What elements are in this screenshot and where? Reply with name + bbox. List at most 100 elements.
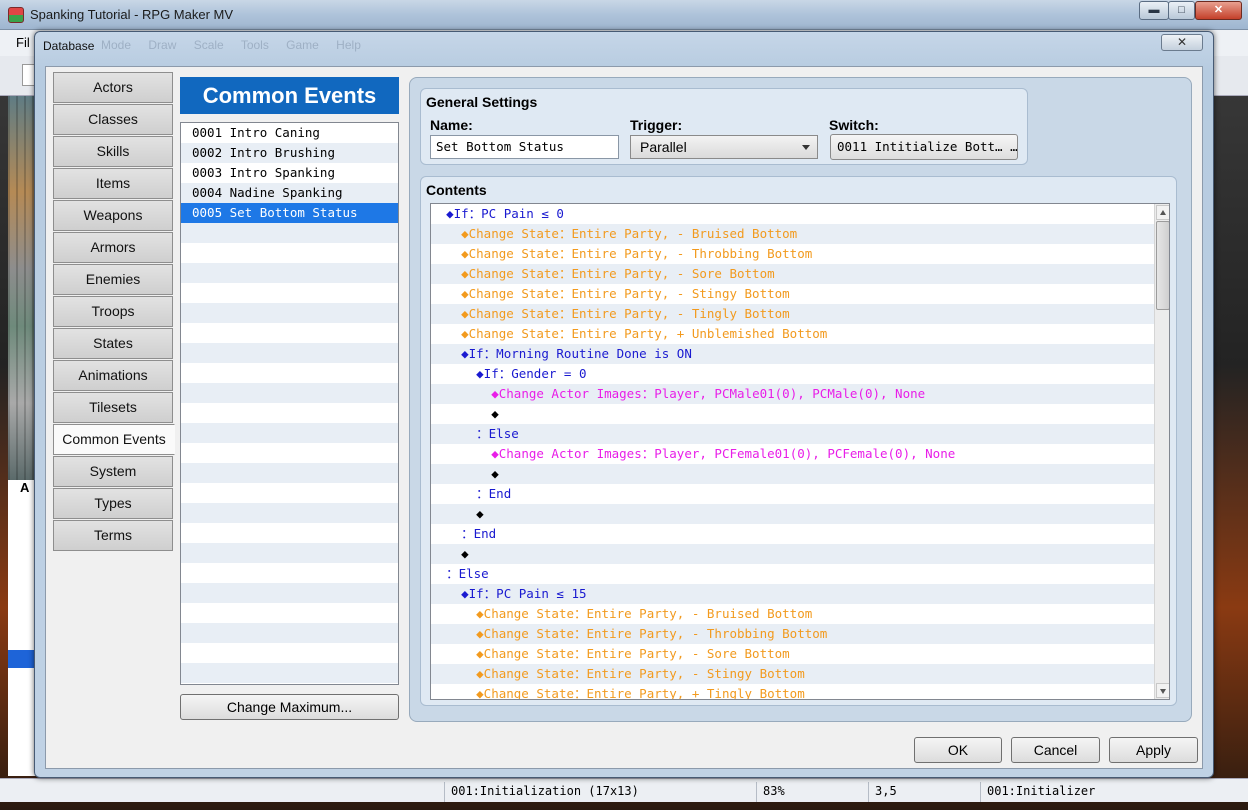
command-indent — [431, 366, 476, 381]
common-event-row[interactable] — [181, 563, 398, 583]
common-event-row[interactable] — [181, 583, 398, 603]
common-event-row[interactable] — [181, 263, 398, 283]
common-event-row[interactable]: 0003 Intro Spanking — [181, 163, 398, 183]
command-indent — [431, 226, 461, 241]
vertical-scrollbar[interactable] — [1154, 204, 1169, 699]
event-command-row[interactable]: ◆If：PC Pain ≤ 15 — [431, 584, 1154, 604]
command-indent — [431, 686, 476, 699]
name-label: Name: — [430, 117, 473, 133]
tab-terms[interactable]: Terms — [53, 520, 173, 551]
common-event-row[interactable] — [181, 243, 398, 263]
command-indent — [431, 406, 491, 421]
scroll-thumb[interactable] — [1156, 221, 1169, 310]
event-command-row[interactable]: ◆Change State：Entire Party, - Sore Botto… — [431, 644, 1154, 664]
tab-tilesets[interactable]: Tilesets — [53, 392, 173, 423]
common-event-row[interactable] — [181, 503, 398, 523]
close-window-button[interactable]: ✕ — [1195, 1, 1242, 20]
tab-system[interactable]: System — [53, 456, 173, 487]
maximize-button[interactable]: □ — [1168, 1, 1195, 20]
switch-select-button[interactable]: 0011 Intitialize Bott… … — [830, 134, 1018, 160]
tab-items[interactable]: Items — [53, 168, 173, 199]
common-event-row[interactable] — [181, 283, 398, 303]
common-event-row[interactable]: 0004 Nadine Spanking — [181, 183, 398, 203]
trigger-select[interactable]: Parallel — [630, 135, 818, 159]
contents-title: Contents — [426, 182, 487, 198]
common-event-row[interactable]: 0005 Set Bottom Status — [181, 203, 398, 223]
command-indent — [431, 586, 461, 601]
common-event-row[interactable] — [181, 323, 398, 343]
common-event-row[interactable] — [181, 363, 398, 383]
common-event-row[interactable]: 0002 Intro Brushing — [181, 143, 398, 163]
event-command-row[interactable]: ◆Change Actor Images：Player, PCFemale01(… — [431, 444, 1154, 464]
command-text: ◆Change State：Entire Party, + Tingly Bot… — [476, 686, 805, 700]
scroll-down-icon[interactable] — [1156, 683, 1169, 698]
event-command-row[interactable]: ◆ — [431, 464, 1154, 484]
event-command-row[interactable]: ◆Change State：Entire Party, - Stingy Bot… — [431, 284, 1154, 304]
event-command-row[interactable]: ◆Change State：Entire Party, + Tingly Bot… — [431, 684, 1154, 700]
event-command-row[interactable]: ◆Change State：Entire Party, - Throbbing … — [431, 624, 1154, 644]
scroll-up-icon[interactable] — [1156, 205, 1169, 220]
event-command-row[interactable]: ◆If：Gender = 0 — [431, 364, 1154, 384]
ok-button[interactable]: OK — [914, 737, 1002, 763]
change-maximum-button[interactable]: Change Maximum... — [180, 694, 399, 720]
event-command-row[interactable]: ◆Change State：Entire Party, - Bruised Bo… — [431, 604, 1154, 624]
trigger-label: Trigger: — [630, 117, 683, 133]
common-event-row[interactable] — [181, 603, 398, 623]
common-event-row[interactable] — [181, 343, 398, 363]
common-event-row[interactable] — [181, 403, 398, 423]
event-command-row[interactable]: ◆Change State：Entire Party, - Bruised Bo… — [431, 224, 1154, 244]
tab-common-events[interactable]: Common Events — [53, 424, 175, 455]
tab-actors[interactable]: Actors — [53, 72, 173, 103]
tab-types[interactable]: Types — [53, 488, 173, 519]
common-event-row[interactable] — [181, 543, 398, 563]
common-event-row[interactable] — [181, 623, 398, 643]
event-command-list[interactable]: ◆If：PC Pain ≤ 0 ◆Change State：Entire Par… — [430, 203, 1170, 700]
event-command-row[interactable]: ◆Change Actor Images：Player, PCMale01(0)… — [431, 384, 1154, 404]
common-events-list[interactable]: 0001 Intro Caning 0002 Intro Brushing 0003… — [180, 122, 399, 685]
name-input[interactable]: Set Bottom Status — [430, 135, 619, 159]
event-command-row[interactable]: ◆Change State：Entire Party, - Sore Botto… — [431, 264, 1154, 284]
common-event-row[interactable]: 0001 Intro Caning — [181, 123, 398, 143]
common-event-row[interactable] — [181, 643, 398, 663]
event-command-row[interactable]: ◆Change State：Entire Party, - Tingly Bot… — [431, 304, 1154, 324]
event-command-row[interactable]: ◆Change State：Entire Party, + Unblemishe… — [431, 324, 1154, 344]
command-indent — [431, 546, 461, 561]
common-event-row[interactable] — [181, 423, 398, 443]
event-command-row[interactable]: ：End — [431, 524, 1154, 544]
menu-file[interactable]: Fil — [16, 35, 30, 50]
tab-armors[interactable]: Armors — [53, 232, 173, 263]
event-command-row[interactable]: ：Else — [431, 564, 1154, 584]
event-command-row[interactable]: ◆If：Morning Routine Done is ON — [431, 344, 1154, 364]
common-event-row[interactable] — [181, 523, 398, 543]
tab-states[interactable]: States — [53, 328, 173, 359]
common-event-row[interactable] — [181, 303, 398, 323]
tab-animations[interactable]: Animations — [53, 360, 173, 391]
apply-button[interactable]: Apply — [1109, 737, 1198, 763]
common-event-row[interactable] — [181, 663, 398, 683]
general-settings-title: General Settings — [426, 94, 538, 110]
event-command-row[interactable]: ◆Change State：Entire Party, - Throbbing … — [431, 244, 1154, 264]
event-command-row[interactable]: ◆ — [431, 504, 1154, 524]
tab-classes[interactable]: Classes — [53, 104, 173, 135]
common-event-row[interactable] — [181, 223, 398, 243]
event-command-row[interactable]: ◆If：PC Pain ≤ 0 — [431, 204, 1154, 224]
common-event-row[interactable] — [181, 483, 398, 503]
tab-troops[interactable]: Troops — [53, 296, 173, 327]
dialog-close-button[interactable]: ✕ — [1161, 34, 1203, 51]
tileset-tab-a[interactable]: A — [20, 480, 29, 495]
contents-group: Contents ◆If：PC Pain ≤ 0 ◆Change State：E… — [420, 176, 1177, 706]
event-command-row[interactable]: ◆Change State：Entire Party, - Stingy Bot… — [431, 664, 1154, 684]
minimize-button[interactable]: ▬ — [1139, 1, 1169, 20]
common-event-row[interactable] — [181, 383, 398, 403]
event-command-row[interactable]: ：End — [431, 484, 1154, 504]
tab-weapons[interactable]: Weapons — [53, 200, 173, 231]
common-event-row[interactable] — [181, 443, 398, 463]
tab-skills[interactable]: Skills — [53, 136, 173, 167]
tab-enemies[interactable]: Enemies — [53, 264, 173, 295]
event-command-row[interactable]: ◆ — [431, 544, 1154, 564]
command-indent — [431, 326, 461, 341]
cancel-button[interactable]: Cancel — [1011, 737, 1100, 763]
common-event-row[interactable] — [181, 463, 398, 483]
event-command-row[interactable]: ◆ — [431, 404, 1154, 424]
event-command-row[interactable]: ：Else — [431, 424, 1154, 444]
